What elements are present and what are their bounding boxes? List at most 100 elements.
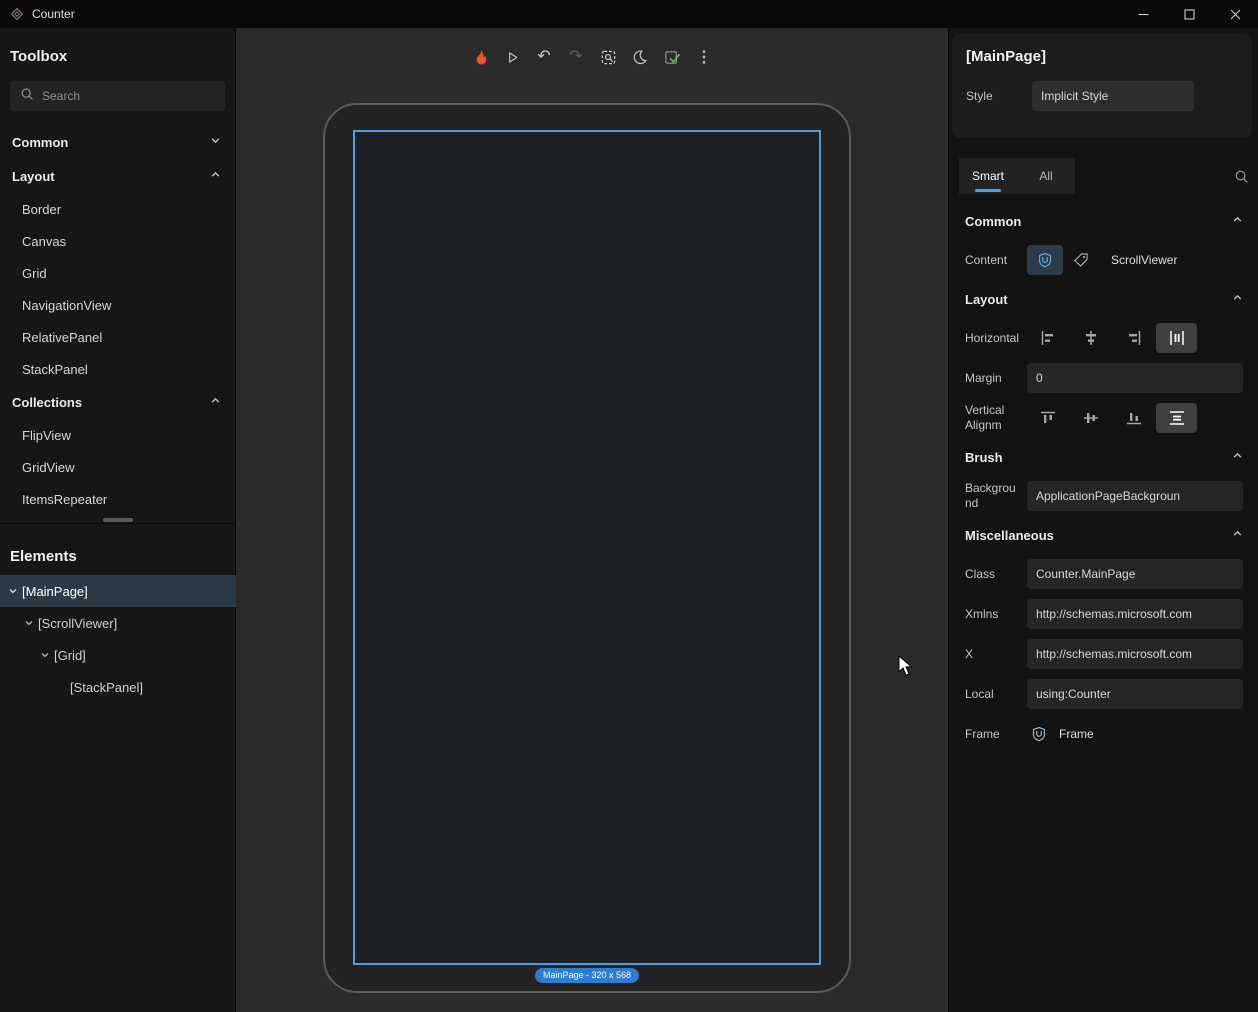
h-align-stretch-button[interactable] [1156,323,1197,353]
align-stretch-horizontal-icon [1168,329,1186,347]
validation-status-button[interactable] [659,44,685,70]
vertical-label: Vertical Alignm [965,403,1021,433]
elements-panel: Elements [MainPage] [ScrollViewer] [Grid… [0,532,236,703]
align-top-icon [1039,409,1057,427]
toolbox-search-input[interactable] [42,89,192,103]
local-row: Local [949,674,1258,714]
section-miscellaneous[interactable]: Miscellaneous [949,516,1258,554]
h-align-center-button[interactable] [1070,323,1111,353]
inspect-icon [600,49,617,66]
v-align-stretch-button[interactable] [1156,403,1197,433]
uno-shield-icon [1031,726,1047,742]
content-element-button[interactable] [1027,245,1063,275]
xmlns-label: Xmlns [965,607,1021,622]
toolbox-title: Toolbox [10,48,225,65]
properties-search-button[interactable] [1234,169,1249,184]
v-align-bottom-button[interactable] [1113,403,1154,433]
toolbox-search[interactable] [10,81,225,111]
tree-item-grid[interactable]: [Grid] [0,639,236,671]
toolbox-item-flipview[interactable]: FlipView [10,419,225,451]
section-common[interactable]: Common [949,202,1258,240]
style-input[interactable] [1032,81,1194,111]
h-align-left-button[interactable] [1027,323,1068,353]
v-align-center-button[interactable] [1070,403,1111,433]
play-button[interactable] [499,44,525,70]
v-align-top-button[interactable] [1027,403,1068,433]
xmlns-input[interactable] [1027,599,1243,629]
design-surface-mainpage[interactable] [353,130,821,965]
panel-resize-handle[interactable] [0,516,236,524]
content-tag-button[interactable] [1063,245,1099,275]
margin-label: Margin [965,371,1021,386]
undo-icon: ↶ [537,49,550,65]
close-button[interactable] [1212,0,1258,28]
left-sidebar: Toolbox Common Layout Border Canvas Grid… [0,28,236,1012]
tag-icon [1073,252,1089,268]
background-input[interactable] [1027,481,1243,511]
elements-title: Elements [0,532,236,571]
search-icon [1234,169,1249,184]
properties-tabs: Smart All [959,158,1249,194]
tab-smart[interactable]: Smart [959,158,1017,194]
xmlns-row: Xmlns [949,594,1258,634]
tab-all[interactable]: All [1017,158,1075,194]
inspect-element-button[interactable] [595,44,621,70]
uno-shield-icon [1037,252,1053,268]
window-title: Counter [32,7,75,21]
maximize-button[interactable] [1166,0,1212,28]
page-size-badge: MainPage - 320 x 568 [535,968,639,983]
chevron-up-icon [1232,290,1243,308]
frame-row: Frame Frame [949,714,1258,754]
redo-button[interactable]: ↷ [563,44,589,70]
toolbox-item-stackpanel[interactable]: StackPanel [10,353,225,385]
toolbox-item-relativepanel[interactable]: RelativePanel [10,321,225,353]
margin-row: Margin [949,358,1258,398]
section-layout[interactable]: Layout [949,280,1258,318]
frame-value[interactable]: Frame [1059,727,1094,741]
local-input[interactable] [1027,679,1243,709]
tree-item-stackpanel[interactable]: [StackPanel] [0,671,236,703]
chevron-up-icon [1232,526,1243,544]
chevron-down-icon[interactable] [6,586,20,596]
chevron-down-icon[interactable] [38,650,52,660]
chevron-down-icon[interactable] [22,618,36,628]
toolbox-item-grid[interactable]: Grid [10,257,225,289]
toolbox-section-collections[interactable]: Collections [10,385,225,419]
chevron-up-icon [1232,212,1243,230]
margin-input[interactable] [1027,363,1243,393]
more-options-button[interactable] [691,44,717,70]
horizontal-label: Horizontal [965,331,1021,346]
background-label: Background [965,481,1021,511]
tree-item-mainpage[interactable]: [MainPage] [0,575,236,607]
align-stretch-vertical-icon [1168,409,1186,427]
x-row: X [949,634,1258,674]
x-input[interactable] [1027,639,1243,669]
section-brush[interactable]: Brush [949,438,1258,476]
resize-grip[interactable] [103,518,133,522]
minimize-button[interactable] [1120,0,1166,28]
check-icon [664,49,681,66]
toolbox-item-gridview[interactable]: GridView [10,451,225,483]
x-label: X [965,647,1021,662]
horizontal-alignment-row: Horizontal [949,318,1258,358]
chevron-up-icon [1232,448,1243,466]
content-value[interactable]: ScrollViewer [1111,253,1177,267]
toolbox-item-canvas[interactable]: Canvas [10,225,225,257]
toolbox-section-layout[interactable]: Layout [10,159,225,193]
style-row: Style [966,81,1238,111]
class-input[interactable] [1027,559,1243,589]
hot-design-flame-button[interactable] [467,44,493,70]
undo-button[interactable]: ↶ [531,44,557,70]
tree-item-scrollviewer[interactable]: [ScrollViewer] [0,607,236,639]
kebab-icon [697,49,711,65]
toolbox-item-itemsrepeater[interactable]: ItemsRepeater [10,483,225,515]
flame-icon [471,48,489,66]
align-bottom-icon [1125,409,1143,427]
theme-toggle-button[interactable] [627,44,653,70]
toolbox-item-border[interactable]: Border [10,193,225,225]
h-align-right-button[interactable] [1113,323,1154,353]
toolbox-item-navigationview[interactable]: NavigationView [10,289,225,321]
properties-body: Common Content ScrollViewer Layout [949,202,1258,754]
design-canvas-area[interactable]: ↶ ↷ MainPage - 320 x 568 [236,28,948,1012]
toolbox-section-common[interactable]: Common [10,125,225,159]
